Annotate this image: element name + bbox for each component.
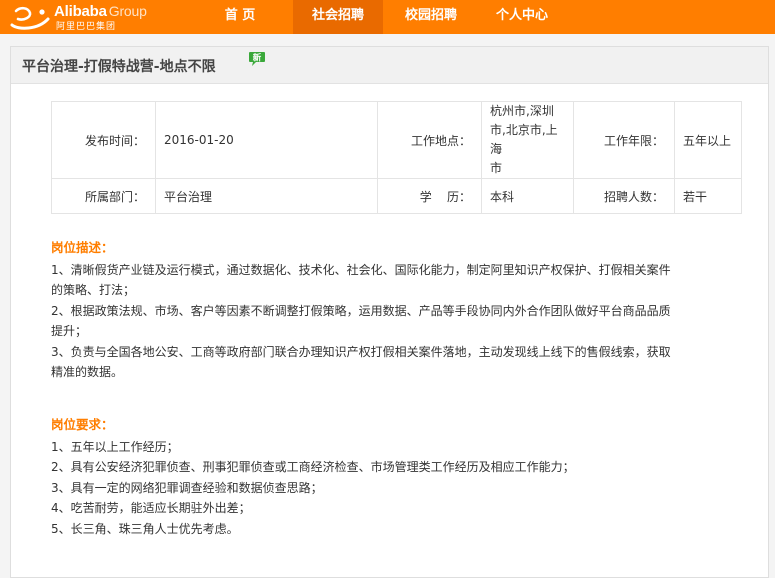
nav-home[interactable]: 首 页 xyxy=(207,0,273,34)
work-years-value: 五年以上 xyxy=(674,101,742,179)
education-value: 本科 xyxy=(481,178,574,214)
description-line: 3、负责与全国各地公安、工商等政府部门联合办理知识产权打假相关案件落地，主动发现… xyxy=(51,344,671,359)
main-nav: 首 页 社会招聘 校园招聘 个人中心 xyxy=(207,0,567,34)
department-value: 平台治理 xyxy=(155,178,378,214)
nav-personal-center[interactable]: 个人中心 xyxy=(477,0,567,34)
logo-chinese-name: 阿里巴巴集团 xyxy=(56,22,117,32)
logo-wordmark: Alibaba Group xyxy=(54,3,147,20)
new-badge-text: 新 xyxy=(253,53,262,64)
job-title-bar: 平台治理-打假特战营-地点不限 新 xyxy=(11,47,768,84)
top-nav-bar: Alibaba Group 阿里巴巴集团 首 页 社会招聘 校园招聘 个人中心 xyxy=(0,0,775,34)
requirement-line: 3、具有一定的网络犯罪调查经验和数据侦查思路； xyxy=(51,480,323,495)
description-line: 2、根据政策法规、市场、客户等因素不断调整打假策略，运用数据、产品等手段协同内外… xyxy=(51,303,671,318)
alibaba-smile-logo-icon xyxy=(10,6,50,30)
logo-word-group: Group xyxy=(108,3,147,19)
requirement-line: 4、吃苦耐劳，能适应长期驻外出差； xyxy=(51,501,251,515)
job-title: 平台治理-打假特战营-地点不限 xyxy=(22,59,216,75)
location-line: 市 xyxy=(490,161,503,175)
nav-campus-recruitment[interactable]: 校园招聘 xyxy=(385,0,477,34)
requirement-line: 2、具有公安经济犯罪侦查、刑事犯罪侦查或工商经济检查、市场管理类工作经历及相应工… xyxy=(51,460,575,474)
publish-time-label: 发布时间： xyxy=(51,101,156,179)
publish-time-value: 2016-01-20 xyxy=(155,101,378,179)
department-label: 所属部门： xyxy=(51,178,156,214)
nav-social-recruitment[interactable]: 社会招聘 xyxy=(293,0,383,34)
description-line: 的策略、打法； xyxy=(51,283,136,297)
requirement-line: 1、五年以上工作经历； xyxy=(51,439,179,454)
table-row: 发布时间： 2016-01-20 工作地点： 杭州市,深圳 市,北京市,上海 市… xyxy=(51,101,742,179)
location-line: 杭州市,深圳 xyxy=(490,104,554,118)
description-line: 1、清晰假货产业链及运行模式，通过数据化、技术化、社会化、国际化能力，制定阿里知… xyxy=(51,262,671,277)
education-label: 学 历： xyxy=(377,178,482,214)
logo-word-alibaba: Alibaba xyxy=(54,3,107,20)
headcount-value: 若干 xyxy=(674,178,742,214)
new-badge-icon: 新 xyxy=(249,52,265,66)
job-description-heading: 岗位描述： xyxy=(51,240,114,255)
table-row: 所属部门： 平台治理 学 历： 本科 招聘人数： 若干 xyxy=(51,178,742,214)
work-location-label: 工作地点： xyxy=(377,101,482,179)
description-line: 提升； xyxy=(51,324,88,338)
job-requirements-heading: 岗位要求： xyxy=(51,417,114,432)
work-years-label: 工作年限： xyxy=(573,101,675,179)
job-detail-card: 平台治理-打假特战营-地点不限 新 发布时间： 2016-01-20 工作地点：… xyxy=(10,46,769,578)
job-info-table: 发布时间： 2016-01-20 工作地点： 杭州市,深圳 市,北京市,上海 市… xyxy=(51,101,742,214)
headcount-label: 招聘人数： xyxy=(573,178,675,214)
description-line: 精准的数据。 xyxy=(51,365,124,379)
requirement-line: 5、长三角、珠三角人士优先考虑。 xyxy=(51,521,239,536)
location-line: 市,北京市,上海 xyxy=(490,123,558,156)
alibaba-logo[interactable]: Alibaba Group 阿里巴巴集团 xyxy=(8,1,188,33)
job-requirements-section: 岗位要求： 1、五年以上工作经历； 2、具有公安经济犯罪侦查、刑事犯罪侦查或工商… xyxy=(51,415,731,539)
job-description-section: 岗位描述： 1、清晰假货产业链及运行模式，通过数据化、技术化、社会化、国际化能力… xyxy=(51,238,731,383)
work-location-value: 杭州市,深圳 市,北京市,上海 市 xyxy=(481,101,574,179)
